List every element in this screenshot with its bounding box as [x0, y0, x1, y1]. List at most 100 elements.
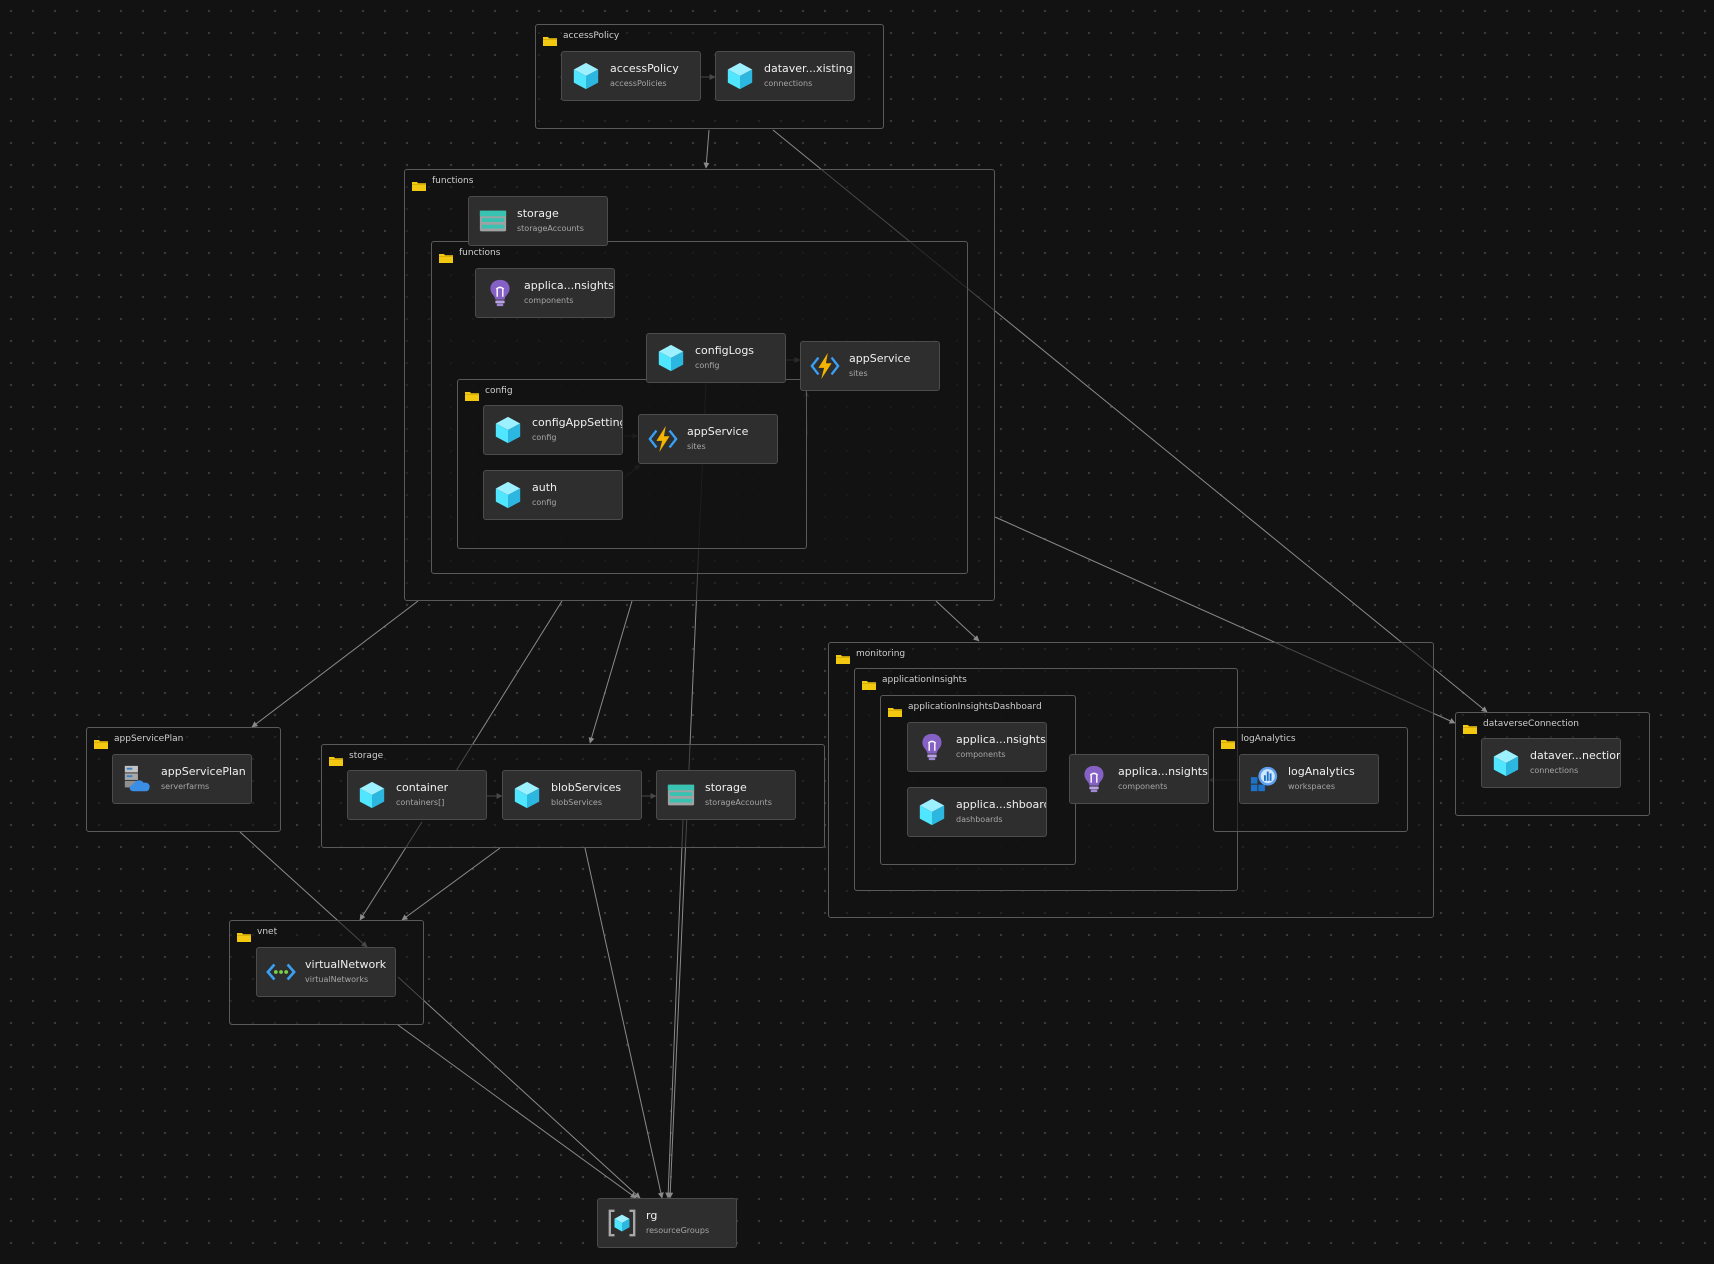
node-configlogs[interactable]: configLogs config [646, 333, 786, 383]
group-label: applicationInsights [882, 675, 967, 685]
node-type: sites [687, 442, 706, 451]
folder-icon [862, 675, 876, 690]
node-rg[interactable]: rg resourceGroups [597, 1198, 737, 1248]
group-label: config [485, 386, 513, 396]
function-bolt-icon [648, 424, 678, 454]
node-appserviceplan[interactable]: appServicePlan serverfarms [112, 754, 252, 804]
node-type: sites [849, 369, 868, 378]
folder-icon [1463, 719, 1477, 734]
node-appinsightsmon[interactable]: applica...nsights components [1069, 754, 1209, 804]
node-name: auth [532, 481, 557, 494]
lightbulb-icon [485, 278, 515, 308]
node-type: components [1118, 782, 1168, 791]
folder-icon [94, 734, 108, 749]
folder-icon [412, 176, 426, 191]
edge-functions-to-appServicePlan [251, 600, 419, 728]
node-name: appServicePlan [161, 765, 246, 778]
node-name: applica...shboard [956, 798, 1046, 811]
node-virtualnetwork[interactable]: virtualNetwork virtualNetworks [256, 947, 396, 997]
cube-icon [493, 415, 523, 445]
storage-account-icon [666, 780, 696, 810]
node-auth[interactable]: auth config [483, 470, 623, 520]
node-type: accessPolicies [610, 79, 667, 88]
node-type: config [695, 361, 720, 370]
node-appinsightsfn[interactable]: applica...nsights components [475, 268, 615, 318]
node-name: container [396, 781, 449, 794]
diagram-canvas: accessPolicy functions functions config … [0, 0, 1714, 1264]
folder-icon [329, 751, 343, 766]
node-name: dataver...xisting [764, 62, 853, 75]
edge-functions-to-monitoring [935, 600, 980, 642]
node-accesspolicy[interactable]: accessPolicy accessPolicies [561, 51, 701, 101]
node-type: blobServices [551, 798, 603, 807]
node-name: dataver...nection [1530, 749, 1620, 762]
virtual-network-icon [266, 957, 296, 987]
lightbulb-icon [1079, 764, 1109, 794]
edge-accessPolicy-to-functions [703, 129, 710, 169]
node-configappsettings[interactable]: configAppSettings config [483, 405, 623, 455]
group-label: applicationInsightsDashboard [908, 702, 1042, 712]
node-name: storage [517, 207, 559, 220]
lightbulb-icon [917, 732, 947, 762]
cube-icon [725, 61, 755, 91]
node-name: appService [687, 425, 749, 438]
edge-dataverseConnection-to-rg [665, 819, 684, 1199]
node-type: containers[] [396, 798, 445, 807]
cube-icon [656, 343, 686, 373]
node-name: applica...nsights [524, 279, 614, 292]
node-dataverseexisting[interactable]: dataver...xisting connections [715, 51, 855, 101]
node-type: components [524, 296, 574, 305]
node-type: resourceGroups [646, 1226, 710, 1235]
node-name: rg [646, 1209, 658, 1222]
group-label: logAnalytics [1241, 734, 1296, 744]
node-name: virtualNetwork [305, 958, 387, 971]
node-type: serverfarms [161, 782, 210, 791]
resource-group-icon [607, 1208, 637, 1238]
server-farm-icon [122, 764, 152, 794]
node-type: dashboards [956, 815, 1003, 824]
storage-account-icon [478, 206, 508, 236]
edge-monitoring-to-rg [584, 847, 664, 1199]
folder-icon [237, 927, 251, 942]
node-name: appService [849, 352, 911, 365]
node-type: storageAccounts [705, 798, 772, 807]
edge-storage-to-rg [397, 976, 641, 1199]
node-appserviceouter[interactable]: appService sites [800, 341, 940, 391]
node-name: configLogs [695, 344, 755, 357]
folder-icon [543, 31, 557, 46]
node-container[interactable]: container containers[] [347, 770, 487, 820]
node-appserviceinner[interactable]: appService sites [638, 414, 778, 464]
folder-icon [888, 702, 902, 717]
node-name: logAnalytics [1288, 765, 1355, 778]
folder-icon [836, 649, 850, 664]
group-label: functions [459, 248, 501, 258]
folder-icon [465, 386, 479, 401]
folder-icon [439, 248, 453, 263]
cube-icon [493, 480, 523, 510]
group-label: dataverseConnection [1483, 719, 1579, 729]
node-type: workspaces [1288, 782, 1335, 791]
cube-icon [571, 61, 601, 91]
node-type: storageAccounts [517, 224, 584, 233]
node-dataverseconnection[interactable]: dataver...nection connections [1481, 738, 1621, 788]
node-name: applica...nsights [956, 733, 1046, 746]
group-label: storage [349, 751, 384, 761]
folder-icon [1221, 734, 1235, 749]
node-storage[interactable]: storage storageAccounts [656, 770, 796, 820]
node-blobservices[interactable]: blobServices blobServices [502, 770, 642, 820]
node-appdashboard[interactable]: applica...shboard dashboards [907, 787, 1047, 837]
cube-icon [917, 797, 947, 827]
group-applicationinsightsdashboard[interactable]: applicationInsightsDashboard [880, 695, 1076, 865]
node-storagefn[interactable]: storage storageAccounts [468, 196, 608, 246]
group-label: accessPolicy [563, 31, 620, 41]
node-appinsightsdash[interactable]: applica...nsights components [907, 722, 1047, 772]
node-name: configAppSettings [532, 416, 622, 429]
node-type: config [532, 498, 557, 507]
cube-icon [1491, 748, 1521, 778]
group-label: vnet [257, 927, 278, 937]
group-label: functions [432, 176, 474, 186]
node-loganalytics[interactable]: logAnalytics workspaces [1239, 754, 1379, 804]
group-label: appServicePlan [114, 734, 184, 744]
group-label: monitoring [856, 649, 906, 659]
edge-storage-to-rg [397, 1024, 637, 1199]
